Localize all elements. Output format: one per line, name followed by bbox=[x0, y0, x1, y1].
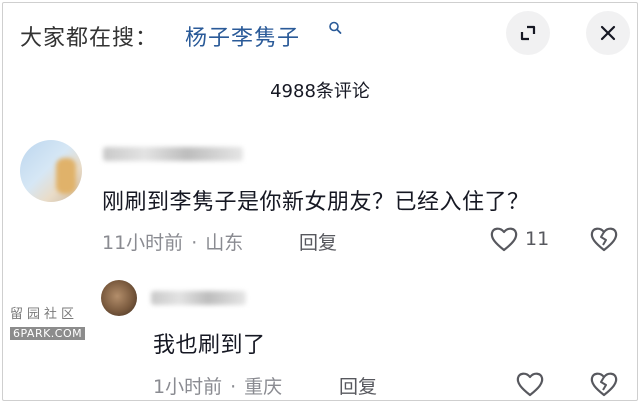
comment-text: 我也刷到了 bbox=[153, 333, 266, 358]
comment-meta: 11小时前 · 山东 bbox=[102, 232, 244, 254]
comment-panel: 大家都在搜： 杨子李隽子 4988条评论 刚刷到李隽子是你新女朋友？已经入住了？… bbox=[2, 2, 638, 401]
search-suggestion-link[interactable]: 杨子李隽子 bbox=[185, 20, 300, 52]
search-prefix-label: 大家都在搜： bbox=[20, 26, 159, 51]
expand-button[interactable] bbox=[506, 11, 550, 55]
reply-button[interactable]: 回复 bbox=[299, 228, 337, 255]
avatar[interactable] bbox=[101, 280, 137, 316]
heart-icon[interactable] bbox=[515, 370, 545, 398]
search-header: 大家都在搜： 杨子李隽子 bbox=[3, 3, 637, 63]
search-icon[interactable] bbox=[328, 21, 342, 35]
close-icon bbox=[600, 25, 616, 41]
avatar[interactable] bbox=[20, 140, 82, 202]
like-count: 11 bbox=[525, 228, 550, 250]
watermark-bottom: 6PARK.COM bbox=[10, 327, 86, 340]
comment-location: 山东 bbox=[205, 232, 244, 254]
heart-icon[interactable] bbox=[489, 225, 519, 253]
broken-heart-icon[interactable] bbox=[589, 225, 619, 253]
username-blurred[interactable] bbox=[151, 291, 246, 305]
comment-time: 1小时前 bbox=[153, 376, 223, 398]
username-blurred[interactable] bbox=[103, 147, 243, 161]
reply-button[interactable]: 回复 bbox=[339, 372, 377, 399]
watermark-top: 留园社区 bbox=[10, 307, 79, 322]
comment-location: 重庆 bbox=[244, 376, 283, 398]
close-button[interactable] bbox=[586, 11, 630, 55]
comment-count: 4988条评论 bbox=[270, 81, 370, 102]
expand-icon bbox=[520, 25, 536, 41]
watermark: 留园社区 6PARK.COM bbox=[10, 303, 100, 341]
broken-heart-icon[interactable] bbox=[589, 370, 619, 398]
comment-meta: 1小时前 · 重庆 bbox=[153, 376, 283, 398]
comment-time: 11小时前 bbox=[102, 232, 184, 254]
comment-text: 刚刷到李隽子是你新女朋友？已经入住了？ bbox=[102, 190, 530, 215]
